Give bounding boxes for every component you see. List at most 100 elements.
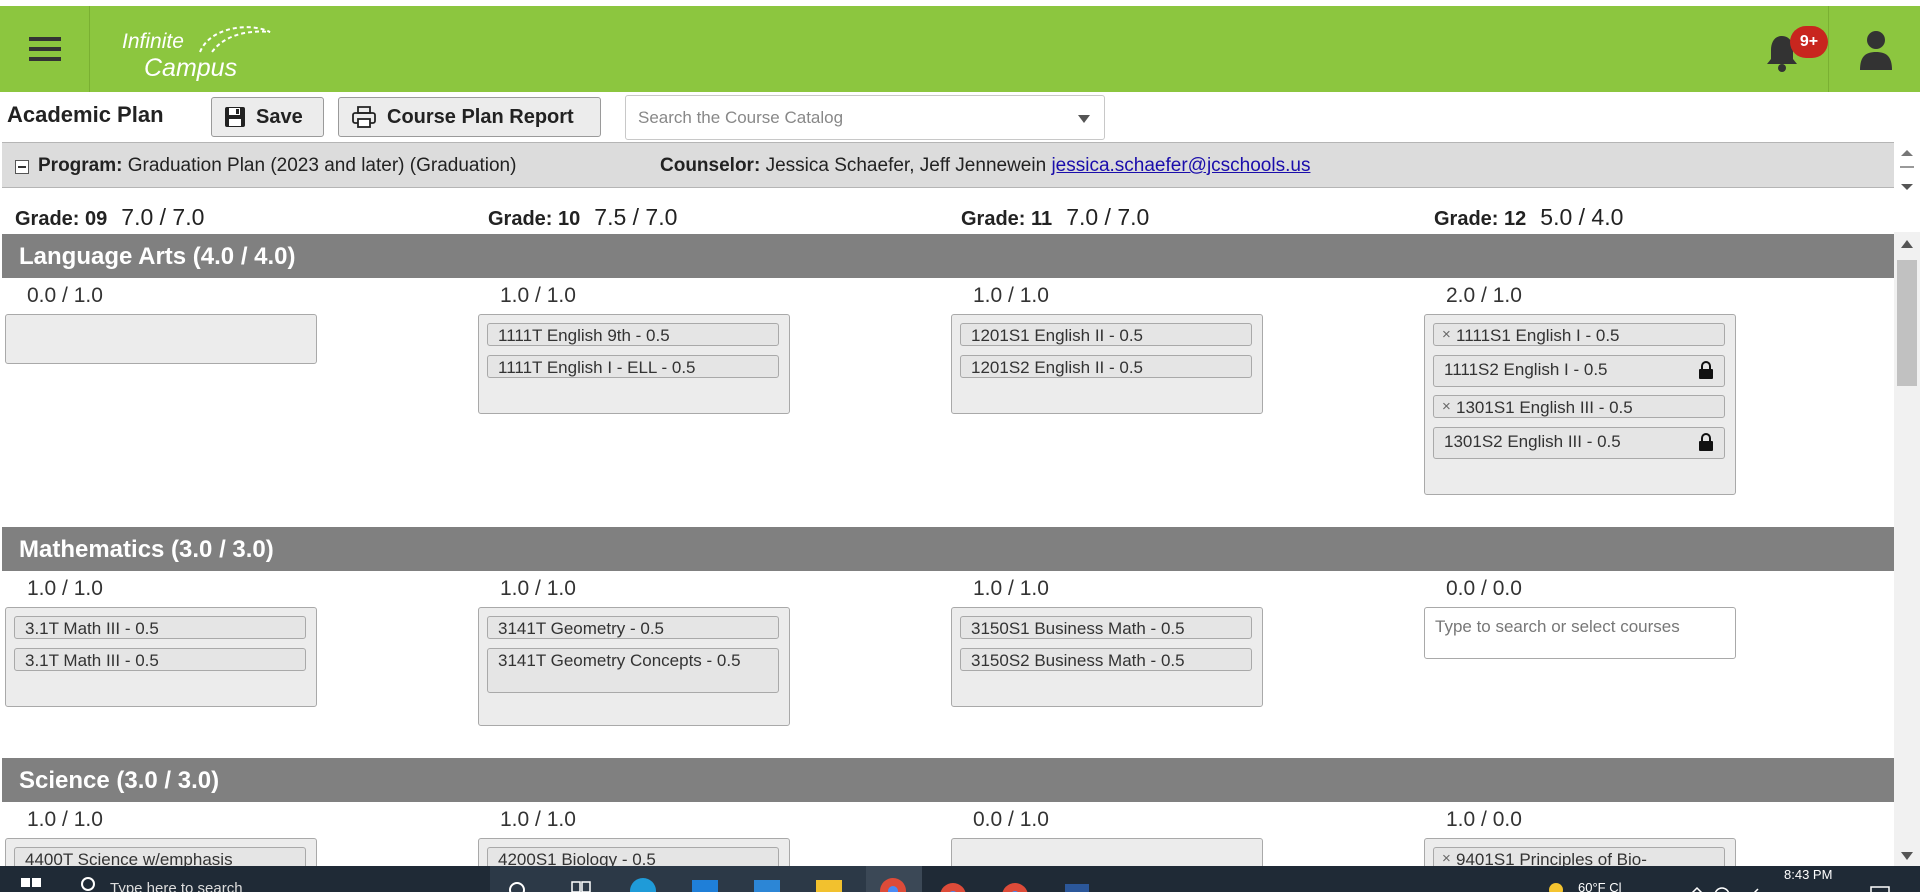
course-chip[interactable]: 1201S2 English II - 0.5: [960, 355, 1252, 378]
course-chip-locked[interactable]: 1111S2 English I - 0.5: [1433, 355, 1725, 387]
course-drop-box[interactable]: 1201S1 English II - 0.5 1201S2 English I…: [951, 314, 1263, 414]
chrome-icon[interactable]: [1000, 876, 1030, 892]
course-drop-box[interactable]: [5, 314, 317, 364]
grade-number: 09: [85, 208, 108, 230]
course-search-placeholder: Type to search or select courses: [1435, 617, 1680, 636]
course-chip[interactable]: × 9401S1 Principles of Bio-: [1433, 847, 1725, 866]
course-chip-locked[interactable]: 1301S2 English III - 0.5: [1433, 427, 1725, 459]
course-drop-box[interactable]: 3141T Geometry - 0.5 3141T Geometry Conc…: [478, 607, 790, 726]
chrome-icon[interactable]: [938, 876, 968, 892]
column-credits: 2.0 / 1.0: [1446, 284, 1522, 307]
grade-12-header: Grade: 12 5.0 / 4.0: [1434, 204, 1623, 231]
scroll-down-icon[interactable]: [1901, 852, 1913, 860]
course-chip[interactable]: 3141T Geometry - 0.5: [487, 616, 779, 639]
column-credits: 0.0 / 1.0: [27, 284, 103, 307]
app-header: Infinite Campus 9+: [0, 6, 1920, 92]
remove-x-icon[interactable]: ×: [1442, 850, 1451, 866]
course-chip[interactable]: 1111T English 9th - 0.5: [487, 323, 779, 346]
course-chip[interactable]: 1201S1 English II - 0.5: [960, 323, 1252, 346]
section-header-science: Science (3.0 / 3.0): [2, 758, 1894, 802]
column-credits: 0.0 / 1.0: [973, 808, 1049, 831]
course-chip[interactable]: 1111T English I - ELL - 0.5: [487, 355, 779, 378]
course-plan-report-label: Course Plan Report: [387, 105, 574, 128]
taskbar-clock[interactable]: 8:43 PM: [1784, 867, 1832, 892]
course-catalog-search[interactable]: [625, 95, 1105, 140]
course-chip[interactable]: 3150S2 Business Math - 0.5: [960, 648, 1252, 671]
scrollbar-thumb[interactable]: [1897, 260, 1917, 386]
course-chip-label: 1301S2 English III - 0.5: [1444, 432, 1621, 451]
word-icon[interactable]: [1062, 876, 1092, 892]
counselor-label: Counselor:: [660, 155, 761, 176]
section-header-language-arts: Language Arts (4.0 / 4.0): [2, 234, 1894, 278]
grade-11-header: Grade: 11 7.0 / 7.0: [961, 204, 1149, 231]
column-credits: 1.0 / 1.0: [27, 577, 103, 600]
column-credits: 1.0 / 1.0: [500, 284, 576, 307]
course-drop-box[interactable]: 1111T English 9th - 0.5 1111T English I …: [478, 314, 790, 414]
course-chip[interactable]: 4200S1 Biology - 0.5: [487, 847, 779, 866]
course-drop-box[interactable]: × 1111S1 English I - 0.5 1111S2 English I…: [1424, 314, 1736, 495]
taskbar-apps: [490, 866, 870, 892]
program-bar-scrollbar[interactable]: [1894, 142, 1920, 196]
windows-start-icon[interactable]: [18, 866, 44, 892]
action-center-icon[interactable]: [1868, 876, 1892, 892]
course-chip[interactable]: × 1301S1 English III - 0.5: [1433, 395, 1725, 418]
course-chip[interactable]: × 1111S1 English I - 0.5: [1433, 323, 1725, 346]
course-drop-box[interactable]: 4400T Science w/emphasis: [5, 838, 317, 866]
course-drop-box[interactable]: 3150S1 Business Math - 0.5 3150S2 Busine…: [951, 607, 1263, 707]
course-chip[interactable]: 3141T Geometry Concepts - 0.5: [487, 648, 779, 693]
course-chip[interactable]: 3.1T Math III - 0.5: [14, 648, 306, 671]
remove-x-icon[interactable]: ×: [1442, 326, 1451, 343]
grade-credits: 7.5 / 7.0: [594, 204, 678, 230]
course-drop-box[interactable]: 3.1T Math III - 0.5 3.1T Math III - 0.5: [5, 607, 317, 707]
column-credits: 1.0 / 1.0: [500, 577, 576, 600]
course-plan-report-button[interactable]: Course Plan Report: [338, 97, 601, 137]
program-info-bar: Program: Graduation Plan (2023 and later…: [2, 142, 1894, 188]
mail-icon[interactable]: [752, 876, 782, 892]
main-scrollbar[interactable]: [1894, 232, 1920, 866]
edge-browser-icon[interactable]: [628, 876, 658, 892]
grade-label: Grade:: [1434, 208, 1499, 230]
taskbar-search-input[interactable]: Type here to search: [110, 880, 243, 892]
tray-icons[interactable]: [1688, 876, 1768, 892]
counselor-email-link[interactable]: jessica.schaefer@jcschools.us: [1051, 155, 1310, 176]
printer-icon: [352, 106, 376, 128]
column-credits: 1.0 / 1.0: [973, 577, 1049, 600]
course-chip-label: 1111S1 English I - 0.5: [1456, 326, 1620, 345]
user-account-icon[interactable]: [1852, 26, 1900, 74]
chrome-icon: [880, 878, 906, 892]
course-chip-label: 9401S1 Principles of Bio-: [1456, 850, 1647, 866]
course-chip[interactable]: 3150S1 Business Math - 0.5: [960, 616, 1252, 639]
save-disk-icon: [225, 107, 245, 127]
grade-label: Grade:: [961, 208, 1026, 230]
course-drop-box[interactable]: 4200S1 Biology - 0.5: [478, 838, 790, 866]
infinite-campus-logo[interactable]: Infinite Campus: [120, 20, 280, 82]
course-search-select[interactable]: Type to search or select courses: [1424, 607, 1736, 659]
file-explorer-icon[interactable]: [814, 876, 844, 892]
taskbar-search-icon[interactable]: [76, 866, 98, 892]
taskbar-chrome-active[interactable]: [866, 866, 922, 892]
chevron-down-icon[interactable]: [1078, 115, 1090, 123]
hamburger-menu-button[interactable]: [0, 6, 90, 92]
scroll-up-icon[interactable]: [1901, 240, 1913, 248]
save-button[interactable]: Save: [211, 97, 324, 137]
course-chip[interactable]: 4400T Science w/emphasis: [14, 847, 306, 866]
cortana-icon[interactable]: [508, 878, 526, 892]
course-drop-box[interactable]: × 9401S1 Principles of Bio-: [1424, 838, 1736, 866]
remove-x-icon[interactable]: ×: [1442, 398, 1451, 415]
header-divider: [1828, 6, 1829, 92]
course-chip[interactable]: 3.1T Math III - 0.5: [14, 616, 306, 639]
task-view-icon[interactable]: [570, 878, 592, 892]
lock-icon: [1699, 433, 1713, 451]
course-chip-label: 1301S1 English III - 0.5: [1456, 398, 1633, 417]
course-catalog-search-input[interactable]: [638, 106, 1058, 130]
course-drop-box[interactable]: [951, 838, 1263, 866]
weather-moon-icon: [1549, 883, 1563, 892]
notification-badge: 9+: [1790, 26, 1828, 58]
collapse-icon[interactable]: [15, 160, 29, 174]
grade-number: 10: [558, 208, 581, 230]
counselor-value: Jessica Schaefer, Jeff Jennewein: [765, 155, 1047, 176]
column-credits: 1.0 / 0.0: [1446, 808, 1522, 831]
column-credits: 0.0 / 0.0: [1446, 577, 1522, 600]
store-icon[interactable]: [690, 876, 720, 892]
academic-plan-grid: Grade: 09 7.0 / 7.0 Grade: 10 7.5 / 7.0 Gr…: [2, 196, 1894, 866]
